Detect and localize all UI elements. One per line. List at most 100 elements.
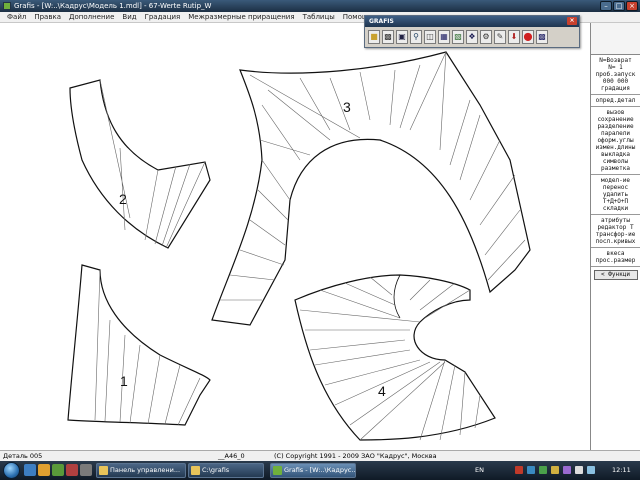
save-icon[interactable]: ▣ <box>396 30 408 44</box>
tray-app-icon[interactable] <box>515 466 523 474</box>
window-title: Grafis - [W:..\Кадрус\Модель 1.mdl] - 67… <box>14 2 212 10</box>
task-label: Grafis - [W:..\Кадрус... <box>284 466 356 474</box>
tray-misc-icon[interactable] <box>563 466 571 474</box>
language-indicator[interactable]: EN <box>475 461 484 480</box>
zoom-icon[interactable]: ⚲ <box>410 30 422 44</box>
zoom-window-icon[interactable]: ◫ <box>424 30 436 44</box>
menu-tables[interactable]: Таблицы <box>299 12 339 22</box>
export-icon[interactable]: ▩ <box>536 30 548 44</box>
media-icon[interactable] <box>52 464 64 476</box>
status-code: __A46_0 <box>218 452 245 460</box>
command-item[interactable]: оформ.углы <box>591 137 640 144</box>
toolbox-close-button[interactable]: × <box>567 17 577 25</box>
grafis-app-icon <box>273 466 282 475</box>
title-bar: Grafis - [W:..\Кадрус\Модель 1.mdl] - 67… <box>0 0 640 12</box>
command-item[interactable]: разметка <box>591 165 640 172</box>
tray-display-icon[interactable] <box>587 466 595 474</box>
menu-edit[interactable]: Правка <box>30 12 65 22</box>
clock[interactable]: 12:11 <box>612 461 631 480</box>
task-grafis[interactable]: Grafis - [W:..\Кадрус... <box>270 463 356 478</box>
command-item[interactable]: градация <box>591 85 640 92</box>
menu-view[interactable]: Вид <box>118 12 140 22</box>
folder-icon <box>191 466 200 475</box>
toolbox-title: GRAFIS <box>369 18 394 25</box>
menu-file[interactable]: Файл <box>3 12 30 22</box>
command-item[interactable]: трансфор-ие <box>591 231 640 238</box>
settings-icon[interactable]: ⚙ <box>480 30 492 44</box>
status-bar: Деталь 005 __A46_0 (C) Copyright 1991 - … <box>0 450 640 461</box>
desktop-icon[interactable] <box>80 464 92 476</box>
command-item[interactable]: посл.кривых <box>591 238 640 245</box>
piece-label-4: 4 <box>378 383 386 399</box>
command-group-edit: вызов сохранение разделение паралели офо… <box>591 107 640 175</box>
close-button[interactable]: × <box>626 1 638 11</box>
command-item[interactable]: атрибуты <box>591 217 640 224</box>
command-item[interactable]: вкеса <box>591 250 640 257</box>
pattern-piece-3 <box>211 51 531 326</box>
command-item[interactable]: Т+Д+О+П <box>591 198 640 205</box>
command-item[interactable]: прос.размер <box>591 257 640 264</box>
command-item[interactable]: символы <box>591 158 640 165</box>
command-panel: N=Возврат N= 1 проб.запуск 000 000 града… <box>590 23 640 450</box>
window-controls: – □ × <box>600 1 638 11</box>
command-item[interactable]: удалить <box>591 191 640 198</box>
command-item[interactable]: опред.детал <box>591 97 640 104</box>
task-label: C:\grafis <box>202 466 230 474</box>
print-icon[interactable]: ▩ <box>382 30 394 44</box>
control-panel-icon <box>99 466 108 475</box>
task-control-panel[interactable]: Панель управлени... <box>96 463 186 478</box>
command-item[interactable]: проб.запуск <box>591 71 640 78</box>
command-item[interactable]: модел-ие <box>591 177 640 184</box>
menu-addons[interactable]: Дополнение <box>65 12 118 22</box>
drawing-canvas[interactable]: 2 1 3 4 <box>0 23 590 450</box>
piece-label-3: 3 <box>343 99 351 115</box>
command-group-model: модел-ие перенос удалить Т+Д+О+П складки <box>591 175 640 215</box>
pattern-piece-2 <box>69 79 211 249</box>
command-item[interactable]: измен.длины <box>591 144 640 151</box>
command-item[interactable]: N=Возврат <box>591 57 640 64</box>
pencil-icon[interactable]: ✎ <box>494 30 506 44</box>
command-item[interactable]: N= 1 <box>591 64 640 71</box>
command-panel-top <box>591 23 640 55</box>
grid-icon[interactable]: ▦ <box>438 30 450 44</box>
piece-label-2: 2 <box>119 191 127 207</box>
layers-icon[interactable]: ▧ <box>452 30 464 44</box>
status-detail: Деталь 005 <box>3 452 43 460</box>
command-item[interactable]: выкладка <box>591 151 640 158</box>
open-icon[interactable]: ■ <box>368 30 380 44</box>
pattern-piece-1 <box>67 264 211 426</box>
command-item[interactable]: сохранение <box>591 116 640 123</box>
command-group-define: опред.детал <box>591 95 640 107</box>
start-button[interactable] <box>3 462 20 479</box>
toolbox-title-bar[interactable]: GRAFIS × <box>365 16 579 27</box>
measure-icon[interactable]: ❖ <box>466 30 478 44</box>
tray-network-icon[interactable] <box>527 466 535 474</box>
app-shortcut-icon[interactable] <box>66 464 78 476</box>
task-folder[interactable]: C:\grafis <box>188 463 264 478</box>
app-icon <box>3 2 11 10</box>
functions-button[interactable]: < Функци <box>593 270 638 280</box>
toolbox-buttons: ■ ▩ ▣ ⚲ ◫ ▦ ▧ ❖ ⚙ ✎ ⬇ ⬤ ▩ <box>365 27 579 47</box>
maximize-button[interactable]: □ <box>613 1 625 11</box>
command-item[interactable]: паралели <box>591 130 640 137</box>
explorer-icon[interactable] <box>38 464 50 476</box>
tray-update-icon[interactable] <box>551 466 559 474</box>
task-label: Панель управлени... <box>110 466 181 474</box>
pattern-drawing[interactable]: 2 1 3 4 <box>0 23 590 450</box>
menu-increments[interactable]: Межразмерные приращения <box>184 12 298 22</box>
menu-grading[interactable]: Градация <box>141 12 185 22</box>
command-item[interactable]: вызов <box>591 109 640 116</box>
command-item[interactable]: складки <box>591 205 640 212</box>
command-item[interactable]: перенос <box>591 184 640 191</box>
grafis-toolbox[interactable]: GRAFIS × ■ ▩ ▣ ⚲ ◫ ▦ ▧ ❖ ⚙ ✎ ⬇ ⬤ ▩ <box>364 15 580 48</box>
command-item[interactable]: редактор Т <box>591 224 640 231</box>
arrow-down-icon[interactable]: ⬇ <box>508 30 520 44</box>
tray-security-icon[interactable] <box>539 466 547 474</box>
minimize-button[interactable]: – <box>600 1 612 11</box>
stop-icon[interactable]: ⬤ <box>522 30 534 44</box>
ie-icon[interactable] <box>24 464 36 476</box>
command-item[interactable]: разделение <box>591 123 640 130</box>
command-group-attributes: атрибуты редактор Т трансфор-ие посл.кри… <box>591 215 640 248</box>
volume-icon[interactable] <box>575 466 583 474</box>
command-item[interactable]: 000 000 <box>591 78 640 85</box>
